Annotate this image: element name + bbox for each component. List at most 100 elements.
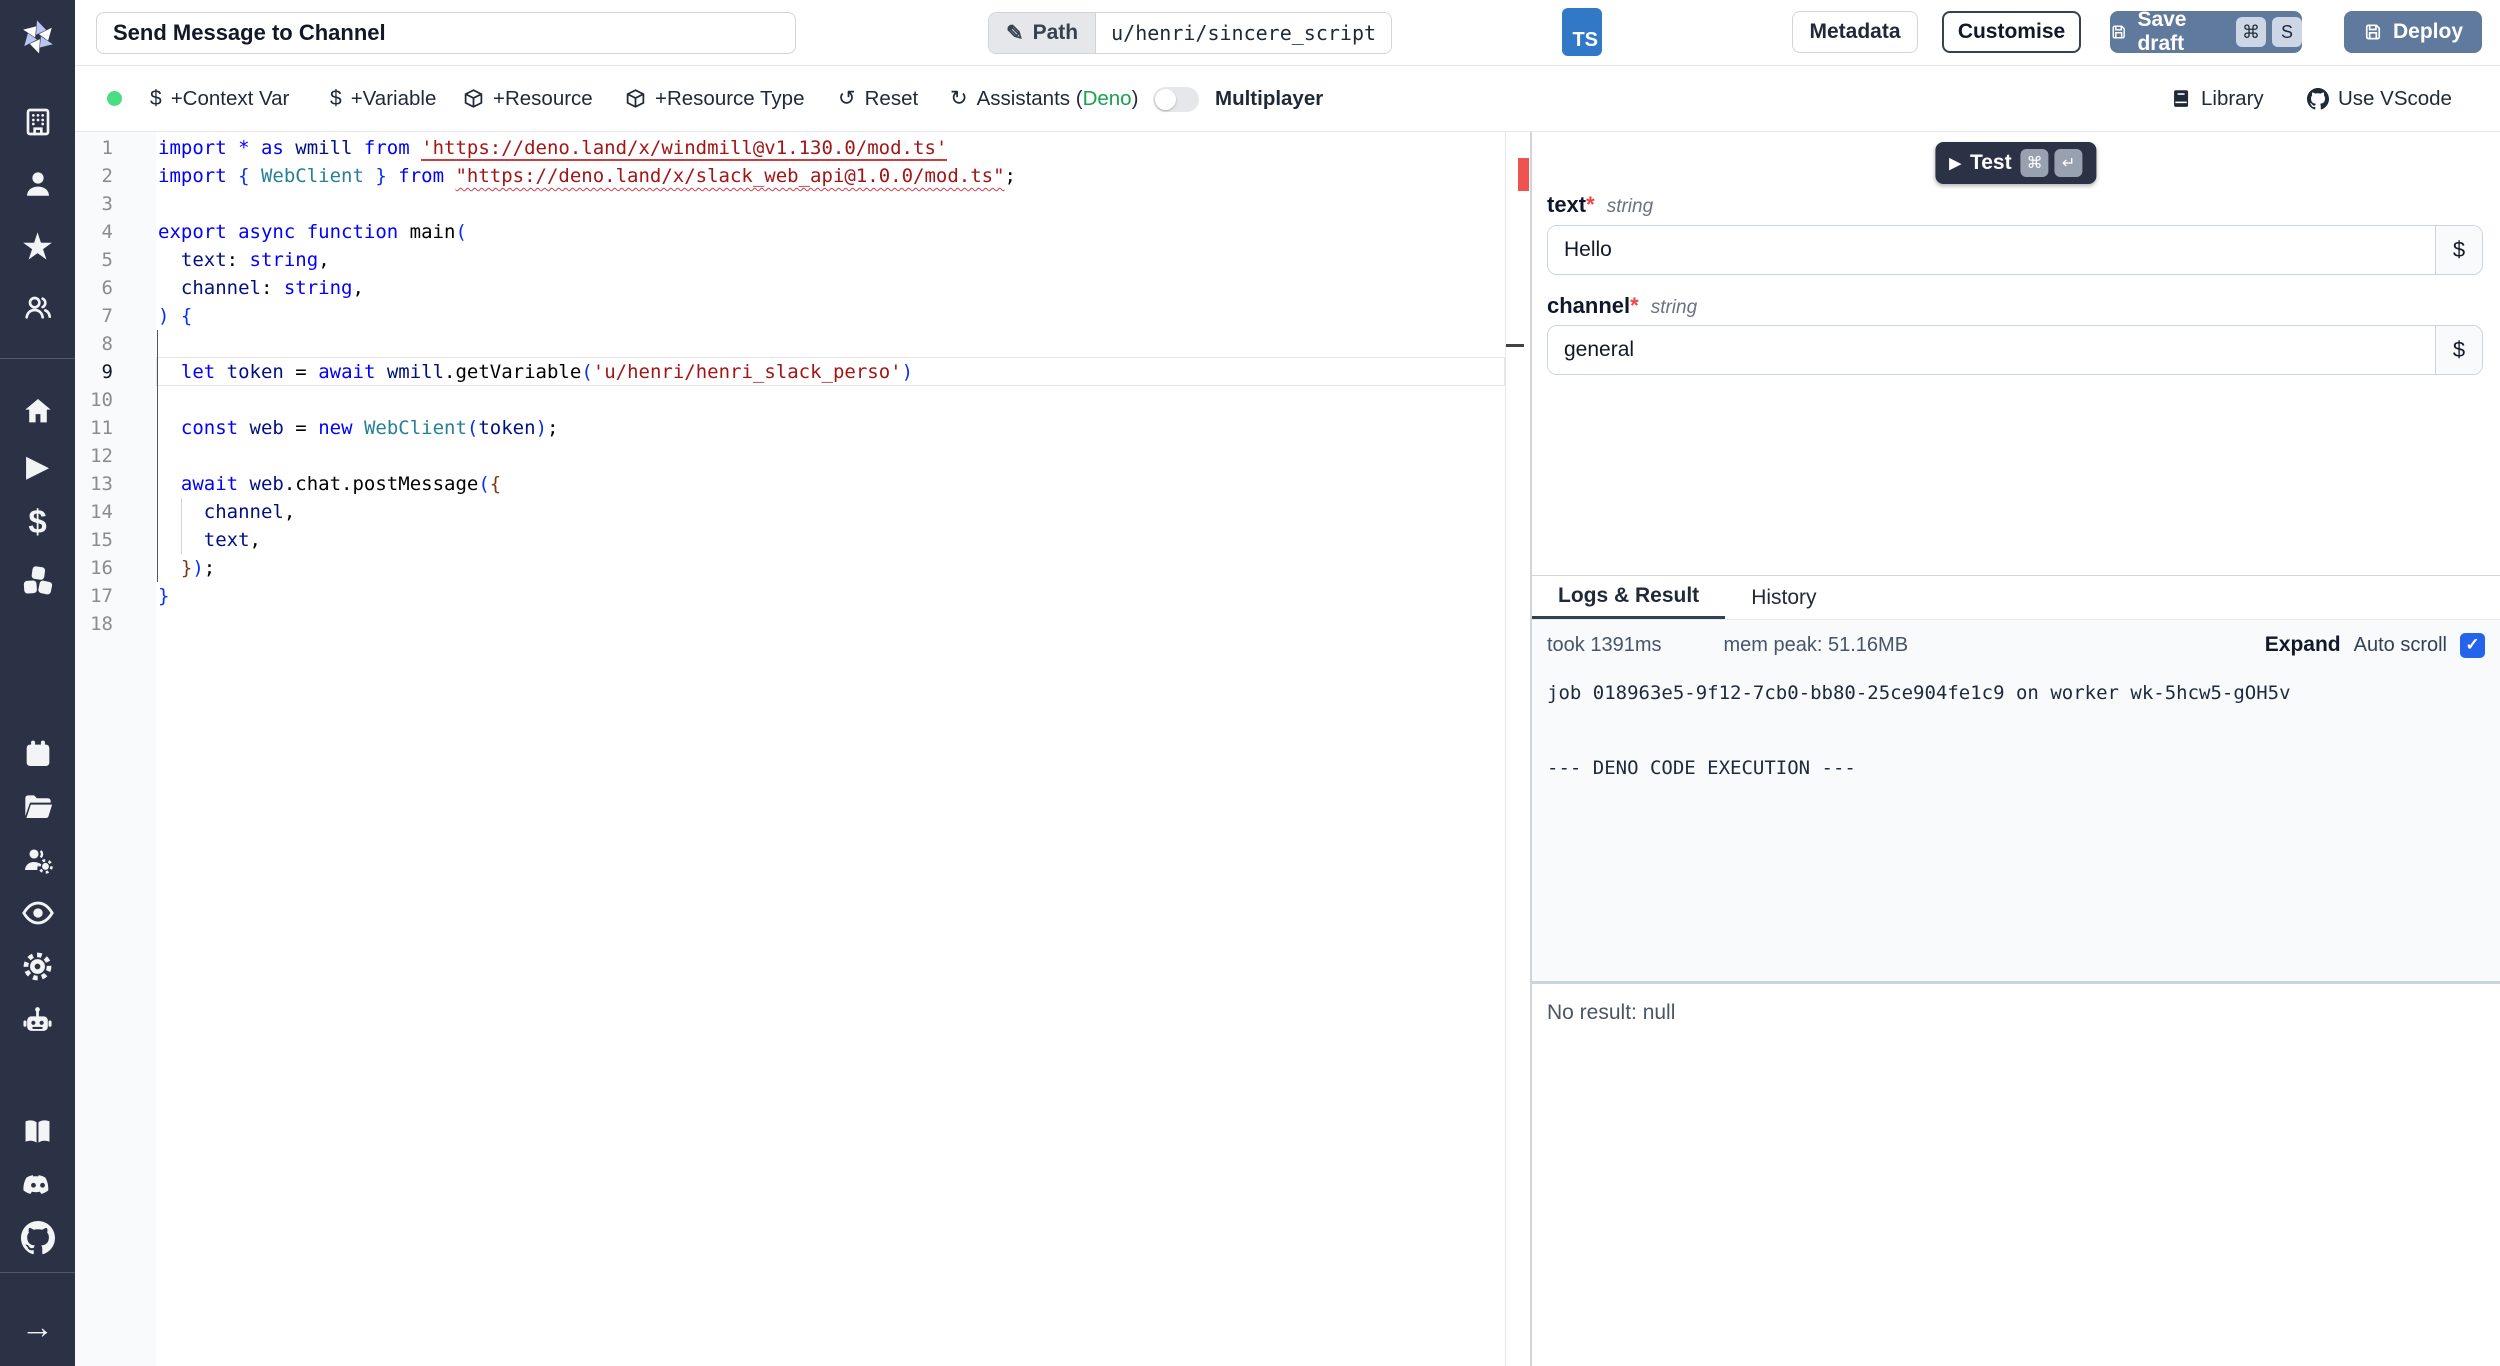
code-editor[interactable]: 1 import * as wmill from 'https://deno.la…	[75, 132, 1530, 1366]
field-label-channel: channel* string	[1547, 293, 1698, 318]
code-line[interactable]: }	[158, 582, 169, 610]
expand-button[interactable]: Expand	[2265, 633, 2341, 657]
line-number: 18	[90, 613, 113, 635]
assistants-lang: Deno	[1082, 86, 1132, 110]
code-line[interactable]: let token = await wmill.getVariable('u/h…	[158, 358, 913, 386]
user-icon[interactable]	[0, 166, 75, 202]
logs-tabs: Logs & Result History	[1532, 576, 2500, 620]
home-icon[interactable]	[0, 393, 75, 429]
use-vscode-button[interactable]: Use VScode	[2307, 66, 2452, 131]
metadata-button[interactable]: Metadata	[1792, 11, 1918, 53]
workspace-building-icon[interactable]	[0, 104, 75, 140]
audit-eye-icon[interactable]	[0, 895, 75, 931]
sidebar-divider	[0, 1272, 75, 1273]
editor-toolbar: $ +Context Var $ +Variable +Resource +Re…	[75, 66, 2500, 132]
assistants-button[interactable]: ↻ Assistants (Deno)	[950, 66, 1138, 131]
path-label: ✎ Path	[989, 13, 1097, 53]
line-number: 17	[90, 585, 113, 607]
line-number: 9	[101, 361, 113, 383]
add-resource-button[interactable]: +Resource	[463, 66, 593, 131]
add-context-var-button[interactable]: $ +Context Var	[150, 66, 289, 131]
docs-book-icon[interactable]	[0, 1113, 75, 1149]
code-line[interactable]: channel: string,	[158, 274, 364, 302]
workers-users-gear-icon[interactable]	[0, 842, 75, 878]
code-line[interactable]: });	[158, 554, 215, 582]
multiplayer-label: Multiplayer	[1215, 86, 1324, 110]
tab-history[interactable]: History	[1725, 576, 1842, 619]
typescript-badge: TS	[1562, 8, 1602, 56]
groups-users-icon[interactable]	[0, 290, 75, 326]
check-icon: ✓	[2465, 635, 2480, 654]
overview-ruler	[1505, 132, 1530, 1366]
status-dot	[107, 91, 122, 106]
line-number: 14	[90, 501, 113, 523]
test-run-button[interactable]: ▶ Test ⌘ ↵	[1935, 142, 2097, 184]
code-line[interactable]: import * as wmill from 'https://deno.lan…	[158, 134, 948, 162]
save-draft-button[interactable]: Save draft ⌘ S	[2110, 8, 2302, 55]
required-asterisk: *	[1630, 293, 1639, 318]
log-output: job 018963e5-9f12-7cb0-bb80-25ce904fe1c9…	[1547, 682, 2291, 779]
discord-icon[interactable]	[0, 1166, 75, 1202]
toggle-knob	[1155, 89, 1176, 110]
collapse-arrow-right-icon[interactable]: →	[0, 1309, 75, 1345]
text-field-wrapper: $	[1547, 225, 2483, 275]
insert-variable-button[interactable]: $	[2435, 326, 2482, 374]
line-number: 11	[90, 417, 113, 439]
cmd-key-badge: ⌘	[2236, 17, 2266, 47]
code-line[interactable]: text: string,	[158, 246, 330, 274]
ai-robot-icon[interactable]	[0, 1002, 75, 1038]
tab-logs-result[interactable]: Logs & Result	[1532, 576, 1726, 619]
code-line[interactable]: import { WebClient } from "https://deno.…	[158, 162, 1016, 190]
line-number: 8	[101, 333, 113, 355]
github-icon[interactable]	[0, 1220, 75, 1256]
mem-peak: mem peak: 51.16MB	[1723, 633, 1909, 656]
logs-pane: took 1391ms mem peak: 51.16MB Expand Aut…	[1532, 621, 2500, 984]
field-type: string	[1650, 297, 1698, 318]
runs-play-icon[interactable]: ▶	[0, 449, 75, 485]
line-number: 3	[101, 193, 113, 215]
required-asterisk: *	[1586, 192, 1595, 217]
result-text: No result: null	[1547, 1001, 1676, 1024]
customise-button[interactable]: Customise	[1942, 11, 2081, 53]
run-duration: took 1391ms	[1547, 633, 1662, 656]
line-number: 12	[90, 445, 113, 467]
script-path-value: u/henri/sincere_script	[1096, 13, 1392, 53]
text-field-input[interactable]	[1548, 226, 2435, 274]
preview-panel: ▶ Test ⌘ ↵ text*string $ channel*string …	[1530, 132, 2500, 1366]
multiplayer-toggle[interactable]	[1153, 87, 1199, 112]
code-line[interactable]: text,	[158, 526, 261, 554]
reset-icon: ↺	[838, 87, 856, 110]
s-key-badge: S	[2272, 17, 2302, 47]
channel-field-input[interactable]	[1548, 326, 2435, 374]
script-title-input[interactable]	[96, 12, 796, 54]
variables-dollar-icon[interactable]: $	[0, 504, 75, 540]
add-variable-button[interactable]: $ +Variable	[330, 66, 436, 131]
reset-button[interactable]: ↺ Reset	[838, 66, 918, 131]
windmill-logo-icon[interactable]	[0, 12, 75, 60]
folders-icon[interactable]	[0, 788, 75, 824]
book-icon	[2174, 90, 2189, 107]
error-marker	[1518, 158, 1529, 191]
autoscroll-checkbox[interactable]: ✓	[2460, 632, 2485, 658]
package-icon	[626, 89, 645, 108]
code-line[interactable]: await web.chat.postMessage({	[158, 470, 501, 498]
path-button[interactable]: ✎ Path u/henri/sincere_script	[988, 12, 1393, 54]
library-button[interactable]: Library	[2171, 66, 2264, 131]
channel-field-wrapper: $	[1547, 325, 2483, 375]
add-resource-type-button[interactable]: +Resource Type	[625, 66, 804, 131]
save-icon	[2112, 25, 2125, 39]
favorites-star-icon[interactable]: ★	[0, 229, 75, 265]
schedules-calendar-icon[interactable]	[0, 736, 75, 772]
deploy-button[interactable]: Deploy	[2344, 11, 2482, 53]
autoscroll-label: Auto scroll	[2353, 633, 2447, 656]
github-icon	[2307, 87, 2329, 109]
code-line[interactable]: const web = new WebClient(token);	[158, 414, 559, 442]
settings-gear-icon[interactable]	[0, 948, 75, 984]
top-header: ✎ Path u/henri/sincere_script TS Metadat…	[75, 0, 2500, 66]
insert-variable-button[interactable]: $	[2435, 226, 2482, 274]
code-line[interactable]: channel,	[158, 498, 296, 526]
resources-cubes-icon[interactable]	[0, 562, 75, 598]
code-line[interactable]: export async function main(	[158, 218, 467, 246]
code-line[interactable]: ) {	[158, 302, 192, 330]
sync-icon: ↻	[950, 87, 968, 110]
